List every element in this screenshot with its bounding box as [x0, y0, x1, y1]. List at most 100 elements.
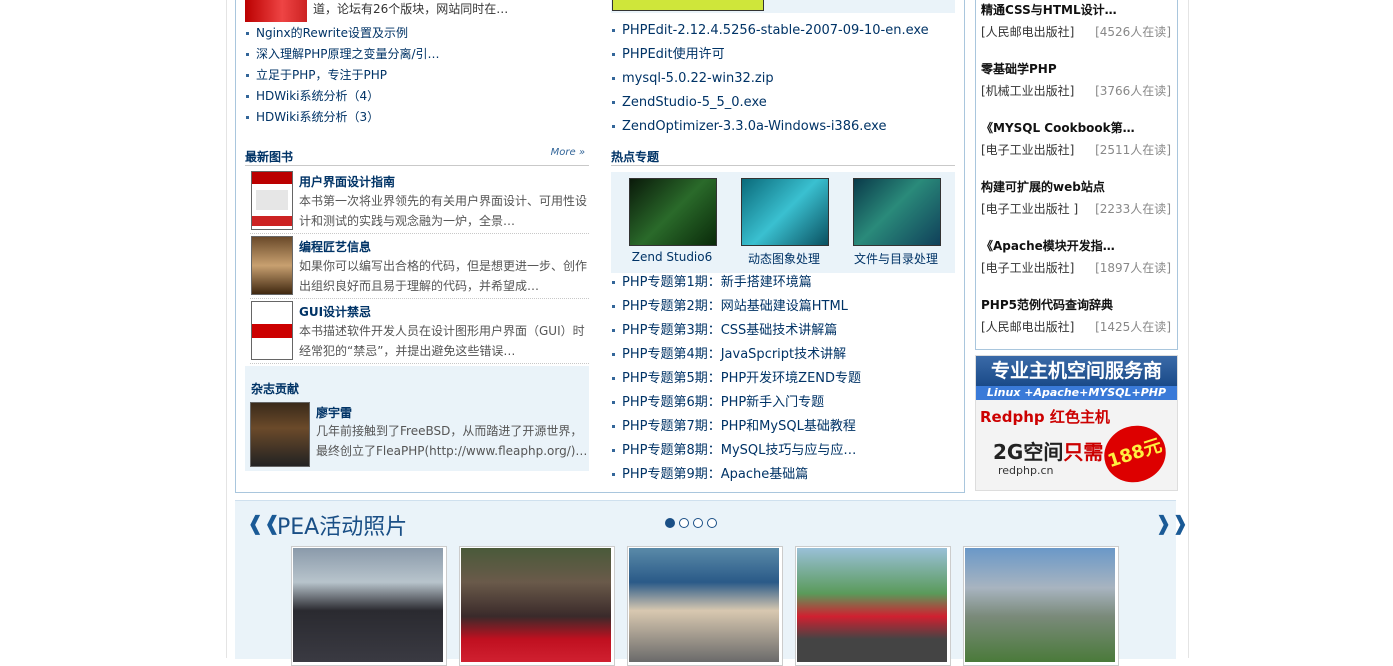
- author-photo[interactable]: [250, 402, 310, 467]
- ad-domain: redphp.cn: [998, 464, 1054, 477]
- ranking-title[interactable]: 《MYSQL Cookbook第…: [981, 119, 1171, 136]
- book-title[interactable]: GUI设计禁忌: [299, 303, 371, 320]
- topic-caption[interactable]: Zend Studio6: [616, 250, 728, 264]
- hot-topics-header: 热点专题: [611, 145, 955, 166]
- download-link[interactable]: mysql-5.0.22-win32.zip: [611, 67, 929, 91]
- ranking-publisher: [机械工业出版社]: [981, 84, 1075, 98]
- magazine-header: 杂志贡献: [251, 382, 300, 396]
- next-arrow-icon[interactable]: ❱❱: [1155, 511, 1189, 535]
- article-link[interactable]: 立足于PHP，专注于PHP: [245, 65, 440, 86]
- book-item[interactable]: 用户界面设计指南 本书第一次将业界领先的有关用户界面设计、可用性设计和测试的实践…: [250, 170, 589, 234]
- book-cover[interactable]: [251, 171, 293, 230]
- download-link[interactable]: ZendStudio-5_5_0.exe: [611, 91, 929, 115]
- topic-image[interactable]: [629, 178, 717, 246]
- ranking-count: [2511人在读]: [1095, 143, 1171, 157]
- article-link[interactable]: 深入理解PHP原理之变量分离/引…: [245, 44, 440, 65]
- ranking-item[interactable]: 《Apache模块开发指… [电子工业出版社] [1897人在读]: [981, 237, 1171, 275]
- activity-photo[interactable]: [459, 546, 615, 666]
- article-link[interactable]: Nginx的Rewrite设置及示例: [245, 23, 440, 44]
- topic-link-list: PHP专题第1期：新手搭建环境篇 PHP专题第2期：网站基础建设篇HTML PH…: [611, 271, 861, 487]
- ranking-publisher: [人民邮电出版社]: [981, 25, 1075, 39]
- ranking-title[interactable]: 精通CSS与HTML设计…: [981, 1, 1171, 18]
- topic-link[interactable]: PHP专题第7期：PHP和MySQL基础教程: [611, 415, 861, 439]
- topic-link[interactable]: PHP专题第2期：网站基础建设篇HTML: [611, 295, 861, 319]
- price-badge: 188元: [1096, 417, 1174, 490]
- activity-photos-section: ❰❰ PEA活动照片 ❱❱: [235, 500, 1189, 666]
- download-list: PHPEdit-2.12.4.5256-stable-2007-09-10-en…: [611, 19, 929, 139]
- ad-brand: Redphp 红色主机: [980, 408, 1110, 426]
- download-banner: [611, 0, 955, 13]
- book-desc: 本书第一次将业界领先的有关用户界面设计、可用性设计和测试的实践与观念融为一炉，全…: [299, 194, 588, 228]
- magazine-contribution: 杂志贡献 廖宇雷 几年前接触到了FreeBSD，从而踏进了开源世界，最终创立了F…: [245, 366, 589, 471]
- carousel-dot[interactable]: [707, 518, 717, 528]
- hot-topics-panel: Zend Studio6 动态图象处理 文件与目录处理: [611, 172, 955, 273]
- topic-link[interactable]: PHP专题第6期：PHP新手入门专题: [611, 391, 861, 415]
- activity-photo[interactable]: [963, 546, 1119, 666]
- ranking-count: [1425人在读]: [1095, 320, 1171, 334]
- topic-image[interactable]: [853, 178, 941, 246]
- carousel-dot[interactable]: [679, 518, 689, 528]
- activity-photo[interactable]: [291, 546, 447, 666]
- ranking-count: [3766人在读]: [1095, 84, 1171, 98]
- section-title: 最新图书: [245, 150, 294, 164]
- topic-link[interactable]: PHP专题第3期：CSS基础技术讲解篇: [611, 319, 861, 343]
- ranking-publisher: [电子工业出版社]: [981, 143, 1075, 157]
- banner-image[interactable]: [612, 0, 764, 11]
- ranking-count: [1897人在读]: [1095, 261, 1171, 275]
- topic-link[interactable]: PHP专题第1期：新手搭建环境篇: [611, 271, 861, 295]
- ranking-item[interactable]: 构建可扩展的web站点 [电子工业出版社 ] [2233人在读]: [981, 178, 1171, 216]
- article-link[interactable]: HDWiki系统分析（3）: [245, 107, 440, 128]
- article-link[interactable]: HDWiki系统分析（4）: [245, 86, 440, 107]
- ranking-item[interactable]: 《MYSQL Cookbook第… [电子工业出版社] [2511人在读]: [981, 119, 1171, 157]
- activity-photo[interactable]: [627, 546, 783, 666]
- topic-link[interactable]: PHP专题第8期：MySQL技巧与应与应…: [611, 439, 861, 463]
- prev-arrow-icon[interactable]: ❰❰: [247, 511, 281, 535]
- ranking-item[interactable]: PHP5范例代码查询辞典 [人民邮电出版社] [1425人在读]: [981, 296, 1171, 334]
- download-link[interactable]: PHPEdit-2.12.4.5256-stable-2007-09-10-en…: [611, 19, 929, 43]
- ad-offer: 2G空间只需: [993, 440, 1104, 464]
- ad-stack: Linux +Apache+MYSQL+PHP: [976, 386, 1177, 400]
- book-item[interactable]: 编程匠艺信息 如果你可以编写出合格的代码，但是想更进一步、创作出组织良好而且易于…: [250, 235, 589, 299]
- ranking-item[interactable]: 零基础学PHP [机械工业出版社] [3766人在读]: [981, 60, 1171, 98]
- activity-photo[interactable]: [795, 546, 951, 666]
- hosting-ad-banner[interactable]: 专业主机空间服务商 Linux +Apache+MYSQL+PHP Redphp…: [975, 355, 1178, 491]
- ranking-title[interactable]: 《Apache模块开发指…: [981, 237, 1171, 254]
- topic-link[interactable]: PHP专题第9期：Apache基础篇: [611, 463, 861, 487]
- author-desc: 几年前接触到了FreeBSD，从而踏进了开源世界，最终创立了FleaPHP(ht…: [316, 424, 588, 458]
- book-desc: 本书描述软件开发人员在设计图形用户界面（GUI）时经常犯的“禁忌”，并提出避免这…: [299, 324, 585, 358]
- ranking-title[interactable]: 零基础学PHP: [981, 60, 1171, 77]
- topic-caption[interactable]: 文件与目录处理: [840, 250, 952, 267]
- book-title[interactable]: 用户界面设计指南: [299, 173, 395, 190]
- ranking-publisher: [人民邮电出版社]: [981, 320, 1075, 334]
- ad-headline: 专业主机空间服务商: [976, 356, 1177, 386]
- topic-image[interactable]: [741, 178, 829, 246]
- new-books-header: 最新图书 More »: [245, 145, 589, 166]
- book-cover[interactable]: [251, 301, 293, 360]
- ranking-publisher: [电子工业出版社]: [981, 261, 1075, 275]
- photos-title: PEA活动照片: [277, 515, 408, 540]
- download-link[interactable]: PHPEdit使用许可: [611, 43, 929, 67]
- book-desc: 如果你可以编写出合格的代码，但是想更进一步、创作出组织良好而且易于理解的代码，并…: [299, 259, 588, 293]
- more-link[interactable]: More »: [551, 147, 585, 158]
- article-list: Nginx的Rewrite设置及示例 深入理解PHP原理之变量分离/引… 立足于…: [245, 23, 440, 128]
- book-item[interactable]: GUI设计禁忌 本书描述软件开发人员在设计图形用户界面（GUI）时经常犯的“禁忌…: [250, 300, 589, 364]
- carousel-dot[interactable]: [665, 518, 675, 528]
- author-name[interactable]: 廖宇雷: [316, 404, 352, 421]
- ranking-title[interactable]: PHP5范例代码查询辞典: [981, 296, 1171, 313]
- download-link[interactable]: ZendOptimizer-3.3.0a-Windows-i386.exe: [611, 115, 929, 139]
- book-cover[interactable]: [251, 236, 293, 295]
- ranking-count: [4526人在读]: [1095, 25, 1171, 39]
- topic-link[interactable]: PHP专题第5期：PHP开发环境ZEND专题: [611, 367, 861, 391]
- ranking-publisher: [电子工业出版社 ]: [981, 202, 1079, 216]
- article-snippet: 道，论坛有26个版块，网站同时在…: [313, 2, 509, 16]
- article-thumbnail[interactable]: [245, 0, 307, 22]
- carousel-dots: [665, 517, 721, 531]
- carousel-dot[interactable]: [693, 518, 703, 528]
- ranking-title[interactable]: 构建可扩展的web站点: [981, 178, 1171, 195]
- book-title[interactable]: 编程匠艺信息: [299, 238, 371, 255]
- ranking-count: [2233人在读]: [1095, 202, 1171, 216]
- topic-link[interactable]: PHP专题第4期：JavaSpcript技术讲解: [611, 343, 861, 367]
- ranking-item[interactable]: 精通CSS与HTML设计… [人民邮电出版社] [4526人在读]: [981, 1, 1171, 39]
- section-title: 热点专题: [611, 150, 660, 164]
- topic-caption[interactable]: 动态图象处理: [728, 250, 840, 267]
